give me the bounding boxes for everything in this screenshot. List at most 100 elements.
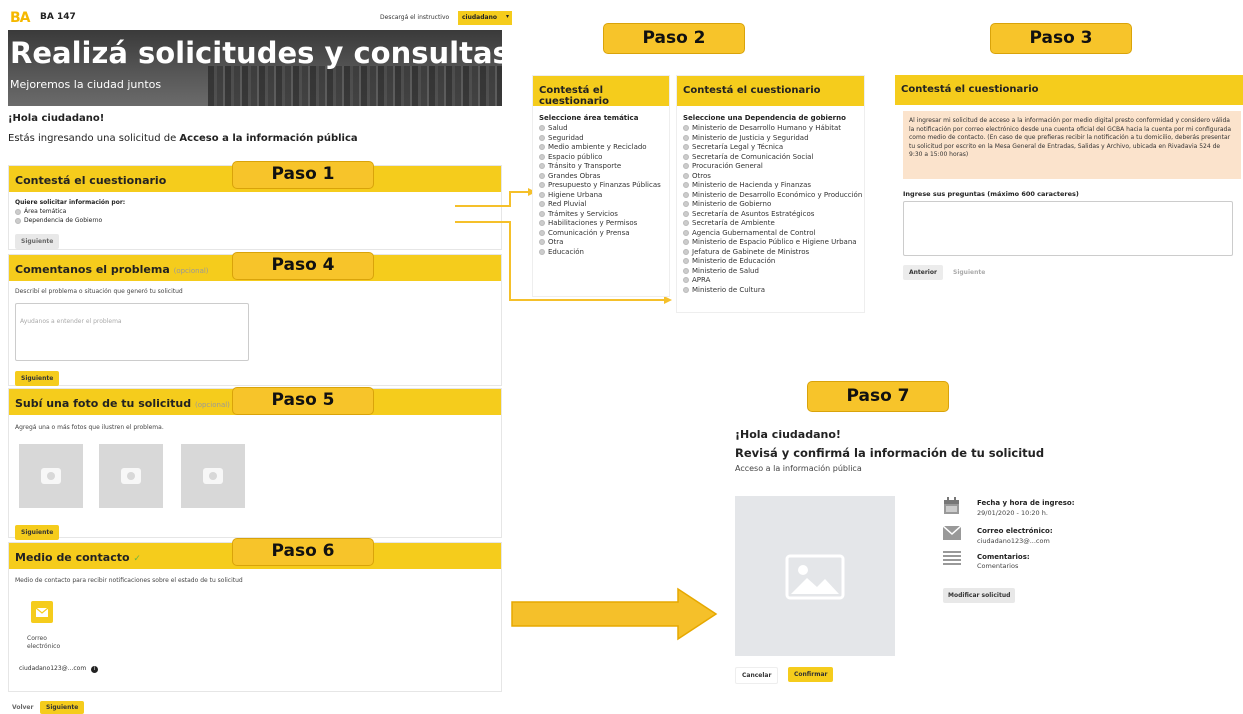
radio-dependencia[interactable]: Dependencia de Gobierno [15, 217, 102, 224]
next-button[interactable]: Siguiente [947, 265, 992, 280]
option-item[interactable]: Procuración General [683, 162, 864, 172]
radio-circle[interactable] [683, 134, 689, 141]
radio-circle[interactable] [539, 239, 545, 245]
option-item[interactable]: Espacio público [539, 153, 669, 163]
option-item[interactable]: Ministerio de Gobierno [683, 200, 864, 210]
next-button[interactable]: Siguiente [15, 371, 60, 386]
radio-circle[interactable] [683, 144, 689, 150]
problem-textarea[interactable]: Ayudanos a entender el problema [15, 303, 249, 361]
radio-circle[interactable] [539, 172, 545, 179]
radio-circle[interactable] [539, 144, 545, 150]
mail-icon [35, 607, 49, 617]
radio-circle[interactable] [539, 153, 545, 160]
calendar-icon [944, 497, 959, 514]
option-item[interactable]: Seguridad [539, 134, 669, 144]
ba-logo[interactable]: BA [10, 10, 30, 26]
radio-circle[interactable] [683, 191, 689, 198]
radio-circle[interactable] [539, 134, 545, 141]
option-item[interactable]: Ministerio de Educación [683, 257, 864, 267]
option-item[interactable]: Ministerio de Desarrollo Económico y Pro… [683, 191, 864, 201]
radio-circle[interactable] [539, 210, 545, 217]
radio-circle[interactable] [539, 163, 545, 169]
radio-circle[interactable] [539, 229, 545, 236]
option-item[interactable]: Otros [683, 172, 864, 182]
radio-circle[interactable] [15, 217, 21, 224]
comments-label: Comentarios: [977, 553, 1030, 561]
photo-upload-1[interactable] [19, 444, 83, 508]
option-label: Medio ambiente y Reciclado [548, 143, 647, 151]
radio-circle[interactable] [683, 229, 689, 236]
option-item[interactable]: Higiene Urbana [539, 191, 669, 201]
back-button[interactable]: Volver [8, 701, 38, 714]
radio-circle[interactable] [683, 153, 689, 160]
radio-circle[interactable] [539, 248, 545, 255]
radio-circle[interactable] [683, 258, 689, 264]
next-button[interactable]: Siguiente [15, 525, 60, 540]
radio-circle[interactable] [683, 220, 689, 226]
option-item[interactable]: Comunicación y Prensa [539, 229, 669, 239]
radio-area-tematica[interactable]: Área temática [15, 208, 66, 215]
footer-next-button[interactable]: Siguiente [40, 701, 85, 714]
cancel-button[interactable]: Cancelar [735, 667, 779, 684]
option-item[interactable]: Secretaría de Ambiente [683, 219, 864, 229]
option-label: Presupuesto y Finanzas Públicas [548, 181, 661, 189]
next-button[interactable]: Siguiente [15, 234, 60, 249]
radio-circle[interactable] [15, 208, 21, 215]
radio-circle[interactable] [539, 125, 545, 131]
confirm-button[interactable]: Confirmar [788, 667, 834, 682]
radio-circle[interactable] [683, 286, 689, 293]
option-item[interactable]: APRA [683, 276, 864, 286]
option-item[interactable]: Otra [539, 238, 669, 248]
radio-circle[interactable] [539, 201, 545, 207]
radio-circle[interactable] [683, 125, 689, 131]
option-item[interactable]: Trámites y Servicios [539, 210, 669, 220]
radio-circle[interactable] [683, 248, 689, 255]
option-item[interactable]: Educación [539, 248, 669, 258]
photo-upload-2[interactable] [99, 444, 163, 508]
radio-circle[interactable] [683, 201, 689, 207]
radio-circle[interactable] [683, 172, 689, 179]
option-item[interactable]: Secretaría de Comunicación Social [683, 153, 864, 163]
option-item[interactable]: Ministerio de Desarrollo Humano y Hábita… [683, 124, 864, 134]
option-item[interactable]: Jefatura de Gabinete de Ministros [683, 248, 864, 258]
option-label: Educación [548, 247, 584, 256]
email-label-1: Correo [27, 635, 47, 642]
option-item[interactable]: Ministerio de Espacio Público e Higiene … [683, 238, 864, 248]
instructivo-link[interactable]: Descargá el instructivo [380, 14, 449, 21]
option-item[interactable]: Salud [539, 124, 669, 134]
radio-circle[interactable] [683, 267, 689, 274]
option-label: Agencia Gubernamental de Control [692, 228, 816, 237]
info-icon[interactable]: i [91, 666, 99, 673]
option-item[interactable]: Ministerio de Salud [683, 267, 864, 277]
radio-label: Área temática [24, 208, 67, 215]
option-item[interactable]: Ministerio de Hacienda y Finanzas [683, 181, 864, 191]
radio-circle[interactable] [683, 210, 689, 217]
option-item[interactable]: Secretaría Legal y Técnica [683, 143, 864, 153]
prev-button[interactable]: Anterior [903, 265, 943, 280]
radio-circle[interactable] [539, 220, 545, 226]
radio-circle[interactable] [539, 182, 545, 188]
option-item[interactable]: Red Pluvial [539, 200, 669, 210]
option-item[interactable]: Ministerio de Cultura [683, 286, 864, 296]
radio-circle[interactable] [683, 163, 689, 169]
radio-circle[interactable] [683, 239, 689, 245]
option-item[interactable]: Medio ambiente y Reciclado [539, 143, 669, 153]
questions-textarea[interactable] [903, 201, 1233, 256]
option-item[interactable]: Ministerio de Justicia y Seguridad [683, 134, 864, 144]
email-label-2: electrónico [27, 643, 61, 650]
radio-circle[interactable] [683, 277, 689, 283]
option-item[interactable]: Habilitaciones y Permisos [539, 219, 669, 229]
option-item[interactable]: Secretaría de Asuntos Estratégicos [683, 210, 864, 220]
radio-circle[interactable] [683, 182, 689, 188]
user-dropdown[interactable]: ciudadano ▾ [458, 11, 512, 25]
option-item[interactable]: Grandes Obras [539, 172, 669, 182]
option-label: Seguridad [548, 133, 584, 142]
option-item[interactable]: Agencia Gubernamental de Control [683, 229, 864, 239]
photo-upload-3[interactable] [181, 444, 245, 508]
email-option[interactable] [31, 601, 53, 623]
option-item[interactable]: Presupuesto y Finanzas Públicas [539, 181, 669, 191]
radio-circle[interactable] [539, 191, 545, 198]
option-label: Otros [692, 171, 711, 180]
option-item[interactable]: Tránsito y Transporte [539, 162, 669, 172]
modify-button[interactable]: Modificar solicitud [943, 588, 1016, 603]
